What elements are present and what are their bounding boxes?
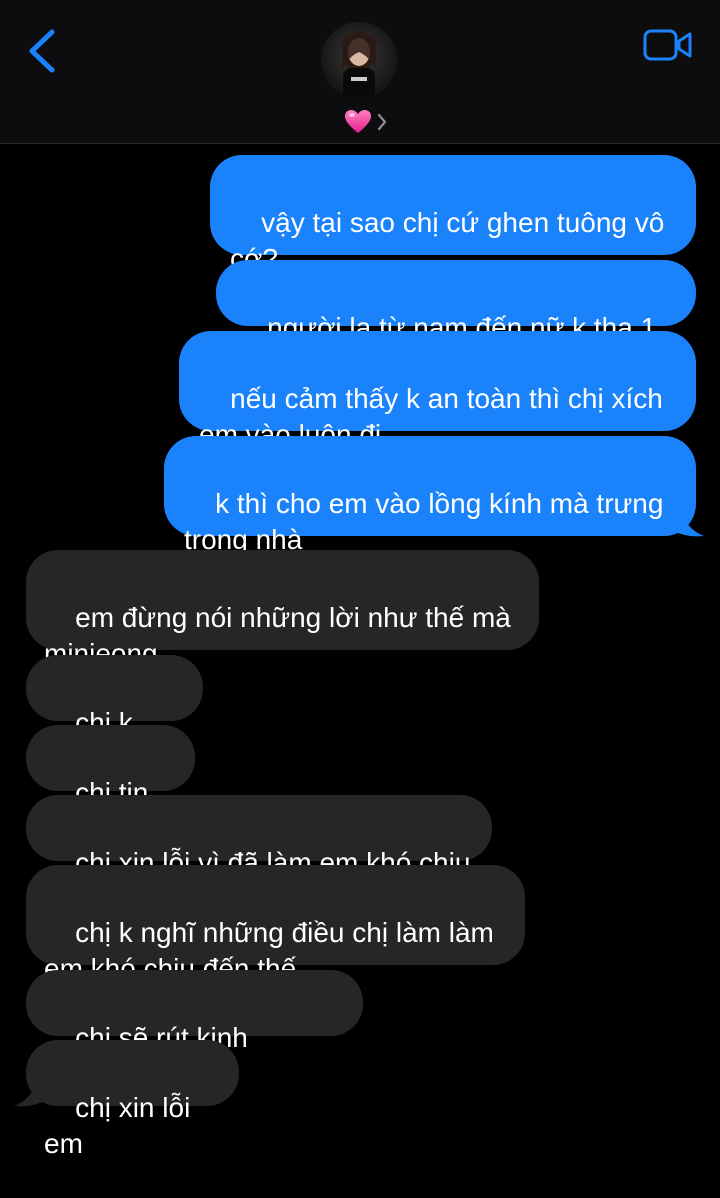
conversation-header: 💗	[0, 0, 720, 144]
sent-message-bubble[interactable]: nếu cảm thấy k an toàn thì chị xích em v…	[179, 331, 696, 450]
received-message-bubble[interactable]: chị xin lỗi vì đã làm em khó chịu	[26, 795, 492, 878]
contact-avatar[interactable]	[321, 22, 397, 98]
message-thread[interactable]: vậy tại sao chị cứ ghen tuông vô cớ? ngư…	[0, 143, 720, 1159]
received-message-bubble[interactable]: chị k ghen	[26, 655, 203, 774]
received-message-bubble[interactable]: em đừng nói những lời như thế mà minjeon…	[26, 550, 539, 669]
contact-name-button[interactable]: 💗	[0, 104, 720, 140]
back-button[interactable]	[24, 26, 64, 76]
received-message-bubble[interactable]: chị xin lỗi em	[26, 1040, 239, 1159]
sent-message-bubble[interactable]: k thì cho em vào lồng kính mà trưng tron…	[164, 436, 696, 555]
video-camera-icon	[643, 29, 692, 61]
sent-bubble-tail	[672, 508, 704, 537]
sent-message-bubble[interactable]: vậy tại sao chị cứ ghen tuông vô cớ?	[210, 155, 696, 274]
avatar-photo	[321, 22, 397, 98]
video-call-button[interactable]	[643, 28, 693, 62]
message-text: chị xin lỗi em	[44, 1092, 199, 1159]
received-message-bubble[interactable]: chị k nghĩ những điều chị làm làm em khó…	[26, 865, 525, 984]
chevron-left-icon	[29, 29, 55, 73]
sent-message-bubble[interactable]: người lạ từ nam đến nữ k tha 1 ai	[216, 260, 696, 379]
chevron-right-icon	[377, 113, 387, 131]
received-message-bubble[interactable]: chị tin em	[26, 725, 195, 844]
received-bubble-tail	[14, 1078, 46, 1107]
message-text: k thì cho em vào lồng kính mà trưng tron…	[184, 488, 664, 555]
heart-icon	[345, 110, 371, 133]
received-message-bubble[interactable]: chị sẽ rút kinh nghiệm	[26, 970, 363, 1089]
